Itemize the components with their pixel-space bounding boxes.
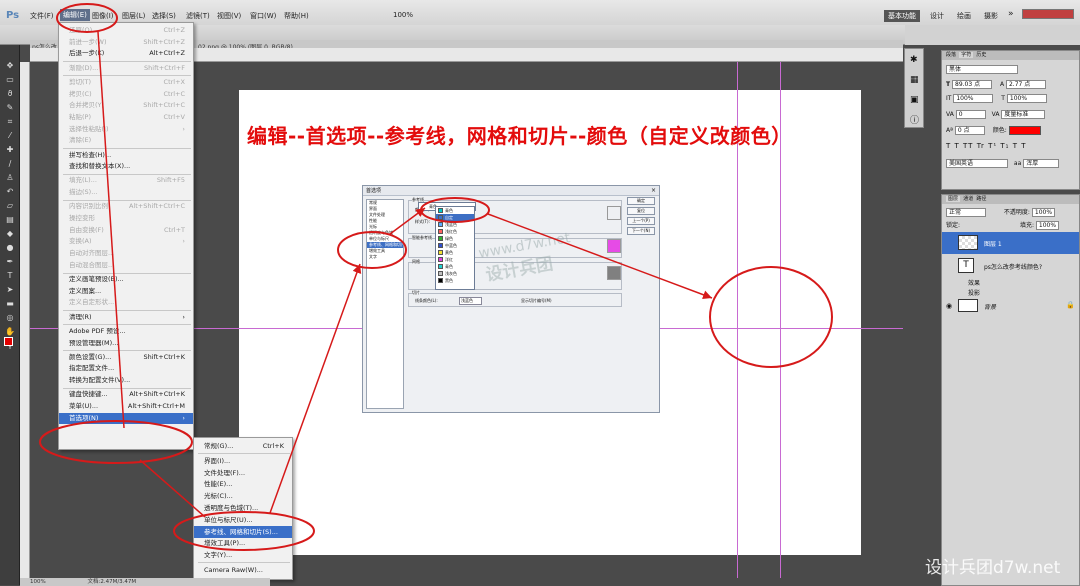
- annotation-arrow-3: [269, 263, 362, 514]
- annotation-arrow-5: [487, 213, 713, 300]
- annotation-circle-guides-grid: [173, 511, 315, 551]
- annotation-arrow-1: [97, 31, 125, 429]
- annotation-circle-color-dropdown: [420, 197, 490, 223]
- annotation-arrow-4: [389, 207, 426, 235]
- annotation-arrow-2: [139, 459, 206, 518]
- annotation-overlay: [39, 3, 833, 551]
- annotation-circle-guide-result: [709, 266, 833, 368]
- annotation-circle-edit-menu: [56, 3, 118, 33]
- annotation-circle-dialog-category: [337, 231, 407, 269]
- annotation-circle-preferences: [39, 420, 193, 464]
